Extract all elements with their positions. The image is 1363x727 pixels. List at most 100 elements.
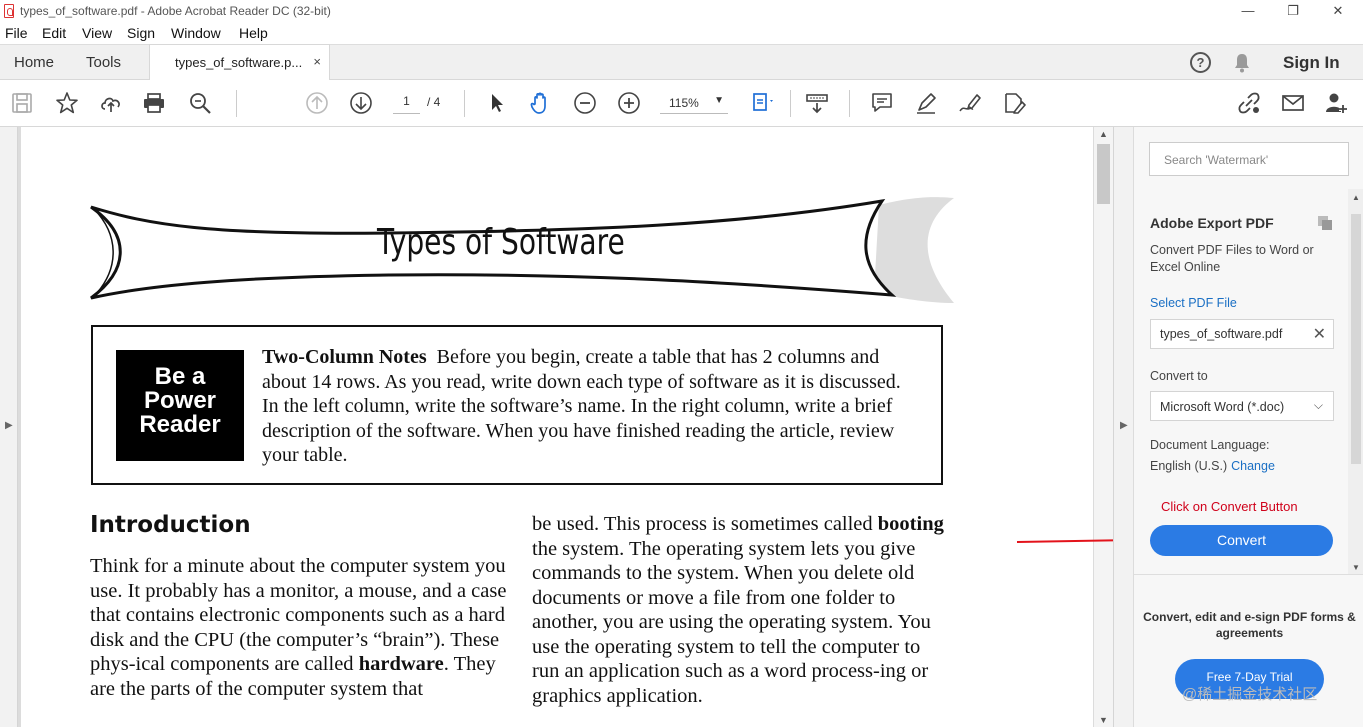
scroll-down-icon[interactable]: ▼: [1099, 715, 1108, 725]
menu-view[interactable]: View: [82, 25, 112, 41]
banner-title: Types of Software: [376, 222, 625, 263]
pane-scrollbar[interactable]: ▲ ▼: [1348, 189, 1363, 574]
notes-heading: Two-Column Notes: [262, 346, 427, 368]
left-pane-toggle[interactable]: ▶: [0, 127, 18, 727]
promo-text: Convert, edit and e-sign PDF forms & agr…: [1143, 610, 1356, 640]
section-heading: Introduction: [90, 512, 251, 538]
collapse-right-icon[interactable]: ▶: [1120, 420, 1128, 431]
scrollbar-thumb[interactable]: [1097, 144, 1110, 204]
text-run: the system. The operating system lets yo…: [532, 537, 931, 707]
badge-line: Be a: [154, 363, 206, 390]
menu-bar: File Edit View Sign Window Help: [0, 23, 1363, 44]
badge-line: Power: [143, 387, 217, 414]
page-number-input[interactable]: 1: [393, 94, 420, 114]
menu-help[interactable]: Help: [239, 25, 268, 41]
bookmark-star-icon[interactable]: [54, 90, 80, 116]
power-reader-badge: Be a Power Reader: [116, 350, 244, 461]
menu-window[interactable]: Window: [171, 25, 221, 41]
export-pdf-icon: [1318, 216, 1332, 230]
sign-pen-icon[interactable]: [957, 90, 983, 116]
change-language-link[interactable]: Change: [1231, 459, 1275, 473]
zoom-level-select[interactable]: 115% ▼: [660, 94, 728, 114]
page-fit-icon[interactable]: [750, 90, 776, 116]
text-run: be used. This process is sometimes calle…: [532, 513, 878, 535]
toolbar-separator: [464, 90, 465, 117]
maximize-button[interactable]: ❐: [1270, 0, 1316, 23]
highlight-pen-icon[interactable]: [913, 90, 939, 116]
right-pane-toggle[interactable]: ▶: [1113, 127, 1133, 727]
tools-pane: Search 'Watermark' ▲ ▼ Adobe Export PDF …: [1133, 127, 1363, 727]
notes-box: Be a Power Reader Two-Column Notes Befor…: [91, 325, 943, 485]
badge-line: Reader: [139, 411, 221, 438]
selected-file-name: types_of_software.pdf: [1160, 327, 1283, 341]
scrolling-mode-icon[interactable]: [804, 90, 830, 116]
export-pdf-title: Adobe Export PDF: [1150, 215, 1274, 231]
hand-tool-icon[interactable]: [528, 90, 554, 116]
vertical-scrollbar[interactable]: ▲ ▼: [1094, 127, 1113, 727]
chevron-down-icon: ▼: [714, 95, 724, 106]
find-zoom-icon[interactable]: [187, 90, 213, 116]
acrobat-app-icon: [4, 4, 14, 18]
select-pdf-file-link[interactable]: Select PDF File: [1150, 296, 1237, 310]
minimize-button[interactable]: —: [1225, 0, 1271, 23]
format-value: Microsoft Word (*.doc): [1160, 400, 1285, 414]
page-total: / 4: [427, 95, 441, 109]
email-icon[interactable]: [1280, 90, 1306, 116]
convert-button[interactable]: Convert: [1150, 525, 1333, 556]
scroll-up-icon[interactable]: ▲: [1352, 193, 1360, 202]
comment-icon[interactable]: [869, 90, 895, 116]
fill-sign-icon[interactable]: [1001, 90, 1027, 116]
close-window-button[interactable]: ✕: [1315, 0, 1361, 23]
right-column-text: be used. This process is sometimes calle…: [532, 512, 952, 708]
pdf-page[interactable]: Types of Software Be a Power Reader Two-…: [21, 127, 1093, 727]
save-icon[interactable]: [9, 90, 35, 116]
document-language: English (U.S.) Change: [1150, 459, 1275, 473]
tab-document[interactable]: types_of_software.p... ×: [149, 44, 330, 81]
scrollbar-thumb[interactable]: [1351, 214, 1361, 464]
next-page-icon[interactable]: [348, 90, 374, 116]
toolbar: 1 / 4 115% ▼: [0, 80, 1363, 127]
chevron-down-icon: ⌵: [1313, 398, 1323, 412]
menu-edit[interactable]: Edit: [42, 25, 66, 41]
close-tab-icon[interactable]: ×: [313, 54, 321, 69]
title-bar: types_of_software.pdf - Adobe Acrobat Re…: [0, 0, 1363, 23]
bold-term: hardware: [358, 653, 444, 675]
toolbar-separator: [790, 90, 791, 117]
bold-term: booting: [877, 513, 944, 535]
zoom-out-icon[interactable]: [572, 90, 598, 116]
print-icon[interactable]: [141, 90, 167, 116]
document-language-label: Document Language:: [1150, 438, 1270, 452]
menu-sign[interactable]: Sign: [127, 25, 155, 41]
tab-document-label: types_of_software.p...: [175, 55, 303, 70]
zoom-in-icon[interactable]: [616, 90, 642, 116]
sign-in-button[interactable]: Sign In: [1283, 53, 1340, 73]
clear-file-icon[interactable]: ✕: [1313, 324, 1326, 344]
export-pdf-description: Convert PDF Files to Word or Excel Onlin…: [1150, 243, 1314, 274]
tab-bar: Home Tools types_of_software.p... × ? Si…: [0, 44, 1363, 81]
menu-file[interactable]: File: [5, 25, 28, 41]
notes-paragraph: Two-Column Notes Before you begin, creat…: [262, 345, 922, 468]
expand-left-icon[interactable]: ▶: [5, 420, 13, 431]
document-viewer[interactable]: ▶ Types of Software Be a Power Reader Tw…: [0, 127, 1113, 727]
watermark-text: @稀土掘金技术社区: [1182, 686, 1318, 703]
zoom-level-value: 115%: [669, 96, 699, 110]
help-icon[interactable]: ?: [1190, 52, 1211, 73]
tools-search-input[interactable]: Search 'Watermark': [1149, 142, 1349, 176]
scroll-up-icon[interactable]: ▲: [1099, 129, 1108, 139]
tab-tools[interactable]: Tools: [86, 54, 121, 71]
bell-icon[interactable]: [1233, 53, 1251, 73]
upload-cloud-icon[interactable]: [98, 90, 124, 116]
select-cursor-icon[interactable]: [484, 90, 510, 116]
annotation-text: Click on Convert Button: [1161, 499, 1298, 514]
previous-page-icon[interactable]: [304, 90, 330, 116]
scroll-down-icon[interactable]: ▼: [1352, 563, 1360, 572]
toolbar-separator: [849, 90, 850, 117]
selected-file-field[interactable]: types_of_software.pdf ✕: [1150, 319, 1334, 349]
format-select[interactable]: Microsoft Word (*.doc) ⌵: [1150, 391, 1334, 421]
tab-home[interactable]: Home: [14, 54, 54, 71]
share-link-icon[interactable]: [1236, 90, 1262, 116]
language-value: English (U.S.): [1150, 459, 1228, 473]
add-user-icon[interactable]: [1323, 90, 1349, 116]
pane-divider: [1134, 574, 1363, 575]
window-title: types_of_software.pdf - Adobe Acrobat Re…: [20, 4, 331, 18]
